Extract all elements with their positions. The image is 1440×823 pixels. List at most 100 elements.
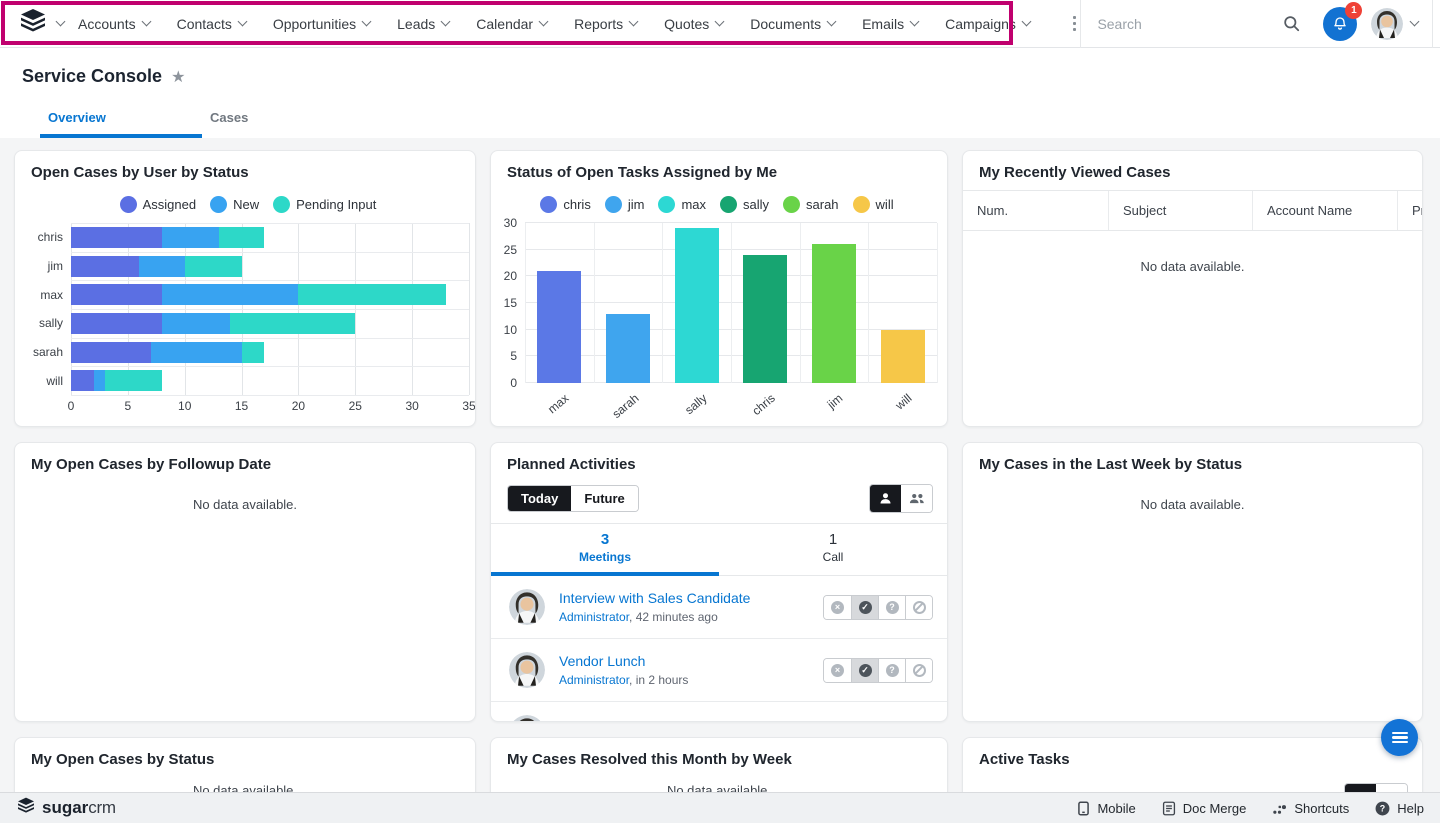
legend-item[interactable]: sally	[720, 196, 769, 213]
more-modules-icon[interactable]	[1069, 12, 1081, 36]
tab-meetings[interactable]: 3 Meetings	[491, 524, 719, 576]
legend-item[interactable]: jim	[605, 196, 645, 213]
all-items-button[interactable]	[901, 485, 932, 512]
nav-item-quotes[interactable]: Quotes	[664, 16, 723, 32]
activity-link[interactable]: Vendor Lunch	[559, 653, 823, 669]
gridline	[937, 223, 938, 383]
tentative-icon[interactable]: ?	[878, 722, 905, 723]
close-activity-icon[interactable]: ×	[824, 659, 851, 682]
bar-segment[interactable]	[105, 370, 162, 391]
x-tick-label: 20	[292, 399, 305, 413]
legend-item[interactable]: New	[210, 196, 259, 213]
bar-segment[interactable]	[71, 370, 94, 391]
bar-segment[interactable]	[71, 284, 162, 305]
quick-create-button[interactable]: +	[1433, 11, 1440, 37]
footer: sugarcrm Mobile Doc Merge Shortcuts ? He…	[0, 792, 1440, 823]
legend-item[interactable]: Pending Input	[273, 196, 376, 213]
column-header-priority[interactable]: Pric	[1397, 191, 1422, 230]
close-activity-icon[interactable]: ×	[824, 596, 851, 619]
nav-item-campaigns[interactable]: Campaigns	[945, 16, 1030, 32]
tentative-icon[interactable]: ?	[878, 596, 905, 619]
bar-segment[interactable]	[162, 227, 219, 248]
category-label: sally	[682, 391, 709, 417]
decline-icon[interactable]	[905, 722, 932, 723]
bar-segment[interactable]	[242, 342, 265, 363]
footer-link-shortcuts[interactable]: Shortcuts	[1272, 801, 1349, 816]
bar[interactable]	[881, 330, 925, 383]
nav-item-accounts[interactable]: Accounts	[78, 16, 150, 32]
card-followup: My Open Cases by Followup Date No data a…	[14, 442, 476, 722]
footer-link-mobile[interactable]: Mobile	[1077, 801, 1135, 816]
filter-today-button[interactable]: Today	[508, 486, 571, 511]
column-header-subject[interactable]: Subject	[1108, 191, 1252, 230]
app-logo-menu[interactable]	[0, 9, 78, 39]
tab-calls[interactable]: 1 Call	[719, 524, 947, 576]
card-title: My Recently Viewed Cases	[963, 151, 1422, 191]
mobile-icon	[1077, 801, 1090, 816]
legend-item[interactable]: sarah	[783, 196, 839, 213]
bar-segment[interactable]	[298, 284, 446, 305]
bar-segment[interactable]	[185, 256, 242, 277]
bar-segment[interactable]	[71, 227, 162, 248]
legend-item[interactable]: max	[658, 196, 706, 213]
my-items-button[interactable]	[870, 485, 901, 512]
nav-item-opportunities[interactable]: Opportunities	[273, 16, 370, 32]
dashboard-grid: Open Cases by User by Status AssignedNew…	[0, 138, 1440, 797]
bar-segment[interactable]	[162, 313, 230, 334]
filter-future-button[interactable]: Future	[571, 486, 637, 511]
bar-segment[interactable]	[71, 313, 162, 334]
nav-label: Opportunities	[273, 16, 356, 32]
tab-cases[interactable]: Cases	[202, 104, 364, 138]
legend-item[interactable]: chris	[540, 196, 590, 213]
user-link[interactable]: Administrator	[559, 610, 629, 624]
gridline	[594, 223, 595, 383]
bar-segment[interactable]	[230, 313, 355, 334]
decline-icon[interactable]	[905, 659, 932, 682]
search-icon[interactable]	[1273, 6, 1309, 42]
bar-segment[interactable]	[219, 227, 264, 248]
favorite-star-icon[interactable]: ★	[171, 67, 185, 87]
footer-link-doc-merge[interactable]: Doc Merge	[1162, 801, 1247, 816]
search-input[interactable]	[1097, 16, 1237, 32]
footer-link-help[interactable]: ? Help	[1375, 801, 1424, 816]
bar[interactable]	[675, 228, 719, 383]
card-resolved-month: My Cases Resolved this Month by Week No …	[490, 737, 948, 797]
legend-item[interactable]: Assigned	[120, 196, 196, 213]
chevron-down-icon	[827, 17, 837, 27]
activity-link[interactable]: Interview with Sales Candidate	[559, 590, 823, 606]
accept-icon[interactable]: ✓	[851, 659, 878, 682]
gridline	[662, 223, 663, 383]
accept-icon[interactable]: ✓	[851, 596, 878, 619]
tab-overview[interactable]: Overview	[40, 104, 202, 138]
profile-menu[interactable]	[1367, 8, 1432, 40]
tentative-icon[interactable]: ?	[878, 659, 905, 682]
nav-item-documents[interactable]: Documents	[750, 16, 835, 32]
activity-tabs: 3 Meetings 1 Call	[491, 523, 947, 576]
accept-icon[interactable]: ✓	[851, 722, 878, 723]
decline-icon[interactable]	[905, 596, 932, 619]
column-header-num[interactable]: Num.	[963, 191, 1108, 230]
gridline	[71, 395, 469, 396]
nav-item-leads[interactable]: Leads	[397, 16, 449, 32]
card-title: Planned Activities	[491, 443, 947, 482]
bar-segment[interactable]	[139, 256, 184, 277]
bar[interactable]	[606, 314, 650, 383]
legend-item[interactable]: will	[853, 196, 894, 213]
bar[interactable]	[812, 244, 856, 383]
bar-segment[interactable]	[151, 342, 242, 363]
bar-segment[interactable]	[71, 256, 139, 277]
nav-item-contacts[interactable]: Contacts	[177, 16, 246, 32]
bar-segment[interactable]	[162, 284, 298, 305]
user-link[interactable]: Administrator	[559, 673, 629, 687]
bar[interactable]	[743, 255, 787, 383]
nav-item-reports[interactable]: Reports	[574, 16, 637, 32]
nav-item-emails[interactable]: Emails	[862, 16, 918, 32]
bar-segment[interactable]	[71, 342, 151, 363]
bar-segment[interactable]	[94, 370, 105, 391]
category-label: max	[545, 391, 571, 416]
column-header-account-name[interactable]: Account Name	[1252, 191, 1397, 230]
nav-item-calendar[interactable]: Calendar	[476, 16, 547, 32]
console-fab-menu-button[interactable]	[1381, 719, 1418, 756]
close-activity-icon[interactable]: ×	[824, 722, 851, 723]
bar[interactable]	[537, 271, 581, 383]
